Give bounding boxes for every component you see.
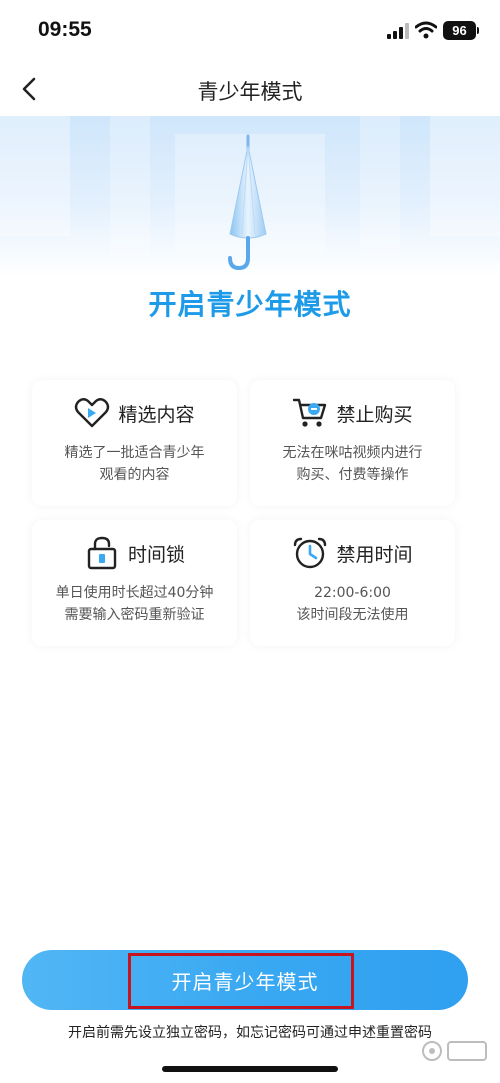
feature-card-time-lock: 时间锁 单日使用时长超过40分钟 需要输入密码重新验证 — [32, 520, 237, 646]
nav-bar: 青少年模式 — [0, 62, 500, 116]
highlight-annotation-box — [128, 953, 354, 1009]
feature-card-disabled-time: 禁用时间 22:00-6:00 该时间段无法使用 — [250, 520, 455, 646]
status-time: 09:55 — [38, 18, 92, 41]
feature-title: 禁止购买 — [336, 403, 413, 426]
battery-indicator: 96 — [443, 21, 476, 40]
cellular-signal-icon — [387, 23, 409, 39]
hero-banner — [0, 116, 500, 276]
feature-description: 单日使用时长超过40分钟 需要输入密码重新验证 — [55, 585, 214, 623]
feature-title: 时间锁 — [127, 543, 185, 566]
lock-icon — [87, 536, 117, 570]
alarm-clock-icon — [294, 537, 327, 569]
feature-title: 精选内容 — [118, 403, 195, 426]
status-bar: 09:55 96 — [0, 0, 500, 62]
watermark-logo — [422, 1041, 487, 1061]
feature-card-curated-content: 精选内容 精选了一批适合青少年 观看的内容 — [32, 380, 237, 506]
wifi-icon — [415, 21, 437, 39]
umbrella-illustration — [228, 134, 267, 271]
feature-card-no-purchase: 禁止购买 无法在咪咕视频内进行 购买、付费等操作 — [250, 380, 455, 506]
heart-play-icon — [75, 398, 110, 428]
feature-description: 精选了一批适合青少年 观看的内容 — [64, 445, 205, 483]
home-indicator — [162, 1066, 338, 1072]
battery-tip — [477, 27, 479, 34]
hero-title: 开启青少年模式 — [148, 288, 352, 321]
page-title: 青少年模式 — [197, 80, 303, 104]
feature-description: 无法在咪咕视频内进行 购买、付费等操作 — [282, 445, 423, 483]
feature-title: 禁用时间 — [336, 543, 413, 566]
shopping-cart-icon — [293, 398, 327, 427]
feature-description: 22:00-6:00 该时间段无法使用 — [296, 585, 409, 623]
